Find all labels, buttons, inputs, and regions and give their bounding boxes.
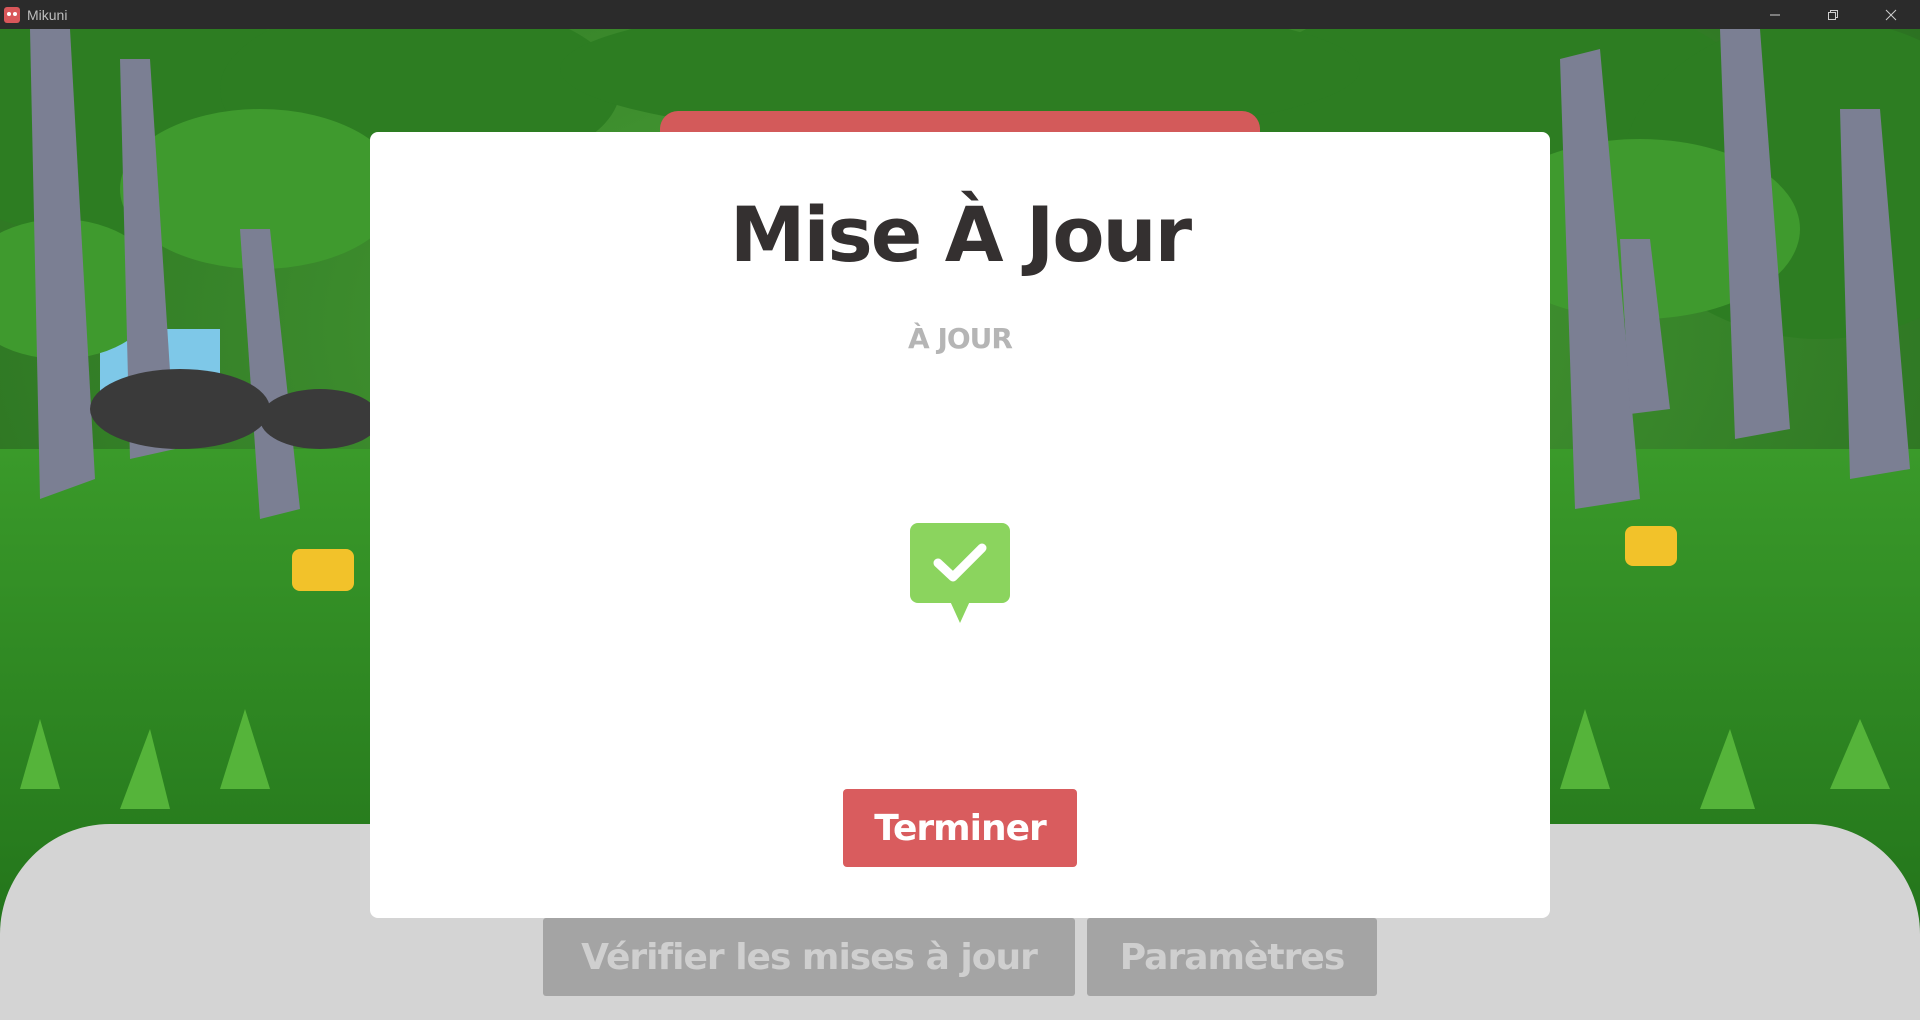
check-badge-icon: [910, 523, 1010, 623]
settings-button[interactable]: Paramètres: [1087, 918, 1377, 996]
finish-button[interactable]: Terminer: [843, 789, 1077, 867]
close-button[interactable]: [1862, 0, 1920, 29]
window-titlebar: Mikuni: [0, 0, 1920, 29]
window-title: Mikuni: [27, 6, 68, 23]
dialog-title: Mise À Jour: [729, 190, 1192, 279]
restore-icon: [1828, 9, 1838, 20]
app-logo-icon: [4, 6, 20, 23]
minimize-icon: [1770, 14, 1780, 15]
restore-button[interactable]: [1804, 0, 1862, 29]
check-updates-button[interactable]: Vérifier les mises à jour: [543, 918, 1075, 996]
minimize-button[interactable]: [1746, 0, 1804, 29]
close-icon: [1885, 9, 1897, 20]
update-status-text: À JOUR: [908, 322, 1013, 355]
window-controls: [1746, 0, 1920, 29]
